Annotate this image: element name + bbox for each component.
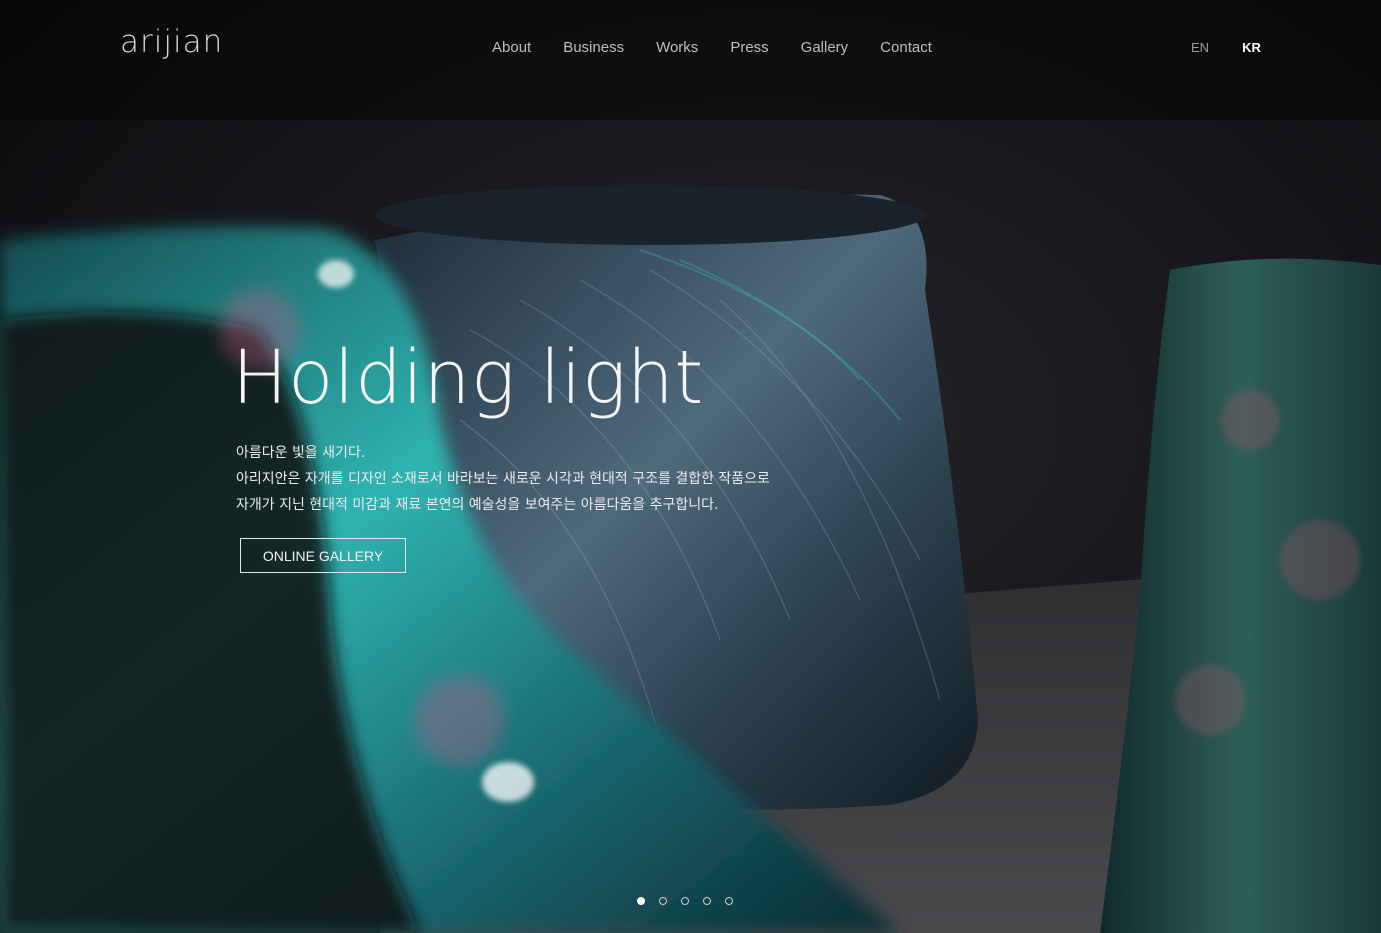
slide-dot-3[interactable] xyxy=(681,897,689,905)
lang-kr[interactable]: KR xyxy=(1242,40,1261,55)
nav-press[interactable]: Press xyxy=(730,39,768,56)
hero-section: arijian About Business Works Press Galle… xyxy=(0,0,1381,933)
nav-about[interactable]: About xyxy=(492,39,531,56)
hero-headline: Holding light xyxy=(232,335,704,421)
slide-dot-4[interactable] xyxy=(703,897,711,905)
hero-line-3: 자개가 지닌 현대적 미감과 재료 본연의 예술성을 보여주는 아름다움을 추구… xyxy=(236,497,719,513)
online-gallery-button[interactable]: ONLINE GALLERY xyxy=(240,538,406,573)
brand-logo[interactable]: arijian xyxy=(120,24,223,60)
hero-description: 아름다운 빛을 새기다. 아리지안은 자개를 디자인 소재로서 바라보는 새로운… xyxy=(236,440,770,518)
nav-contact[interactable]: Contact xyxy=(880,39,932,56)
nav-works[interactable]: Works xyxy=(656,39,698,56)
main-nav: About Business Works Press Gallery Conta… xyxy=(492,39,964,56)
slider-pagination xyxy=(637,897,733,905)
hero-line-2: 아리지안은 자개를 디자인 소재로서 바라보는 새로운 시각과 현대적 구조를 … xyxy=(236,471,770,487)
hero-line-1: 아름다운 빛을 새기다. xyxy=(236,445,366,461)
slide-dot-2[interactable] xyxy=(659,897,667,905)
slide-dot-1[interactable] xyxy=(637,897,645,905)
language-switcher: EN KR xyxy=(1191,40,1294,55)
lang-en[interactable]: EN xyxy=(1191,40,1209,55)
nav-business[interactable]: Business xyxy=(563,39,624,56)
slide-dot-5[interactable] xyxy=(725,897,733,905)
nav-gallery[interactable]: Gallery xyxy=(801,39,849,56)
